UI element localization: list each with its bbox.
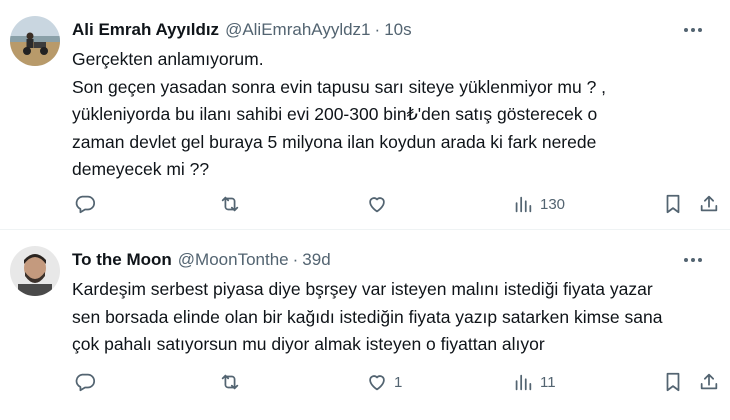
share-icon [700,195,718,212]
tweet-1[interactable]: Ali Emrah Ayyıldız @AliEmrahAyyldz1 · 10… [0,0,730,228]
tweet-line: sen borsada elinde olan bir kağıdı isted… [72,306,663,327]
tweet-line: çok pahalı satıyorsun mu diyor almak ist… [72,334,545,354]
timestamp[interactable]: 10s [384,20,411,40]
display-name[interactable]: To the Moon [72,250,172,270]
like-count: 1 [394,373,403,391]
like-button[interactable]: 1 [366,369,402,395]
bookmark-icon [666,372,680,392]
user-handle[interactable]: @AliEmrahAyyldz1 [225,20,370,40]
share-icon [700,373,718,390]
ellipsis-icon[interactable] [682,247,704,273]
retweet-button[interactable] [219,369,247,395]
reply-icon [75,373,96,392]
separator-dot: · [374,20,381,39]
share-button[interactable] [698,191,720,217]
views-count: 11 [540,373,556,391]
action-bar: 1 11 [72,369,730,395]
separator-dot: · [292,250,299,269]
tweet-line: demeyecek mi ?? [72,159,210,179]
tweet-line: Son geçen yasadan sonra evin tapusu sarı… [72,76,607,97]
heart-icon [369,375,385,391]
reply-icon [75,195,96,214]
bookmark-icon [666,194,680,214]
bookmark-button[interactable] [662,369,684,395]
tweet-text: Gerçekten anlamıyorum. Son geçen yasadan… [72,46,712,184]
action-bar: 130 [72,191,730,217]
tweet-header: To the Moon @MoonTonthe · 39d [72,247,710,273]
analytics-icon [515,374,532,391]
tweet-2[interactable]: To the Moon @MoonTonthe · 39d Kardeşim s… [0,230,730,420]
reply-button[interactable] [74,191,102,217]
tweet-text: Kardeşim serbest piyasa diye bşrşey var … [72,276,712,359]
tweet-header: Ali Emrah Ayyıldız @AliEmrahAyyldz1 · 10… [72,17,710,43]
retweet-icon [221,374,239,390]
analytics-icon [515,196,532,213]
display-name[interactable]: Ali Emrah Ayyıldız [72,20,219,40]
timestamp[interactable]: 39d [302,250,330,270]
views-button[interactable]: 11 [512,369,556,395]
tweet-line: Gerçekten anlamıyorum. [72,49,264,69]
views-button[interactable]: 130 [512,191,565,217]
bookmark-button[interactable] [662,191,684,217]
retweet-button[interactable] [219,191,247,217]
reply-button[interactable] [74,369,102,395]
user-handle[interactable]: @MoonTonthe [178,250,289,270]
ellipsis-icon[interactable] [682,17,704,43]
tweet-line: yükleniyorda bu ilanı sahibi evi 200-300… [72,104,598,124]
avatar[interactable] [10,16,60,66]
retweet-icon [221,196,239,212]
views-count: 130 [540,195,566,213]
tweet-line: Kardeşim serbest piyasa diye bşrşey var … [72,279,653,299]
share-button[interactable] [698,369,720,395]
avatar[interactable] [10,246,60,296]
like-button[interactable] [366,191,394,217]
heart-icon [369,197,385,213]
tweet-line: zaman devlet gel buraya 5 milyona ilan k… [72,131,597,152]
